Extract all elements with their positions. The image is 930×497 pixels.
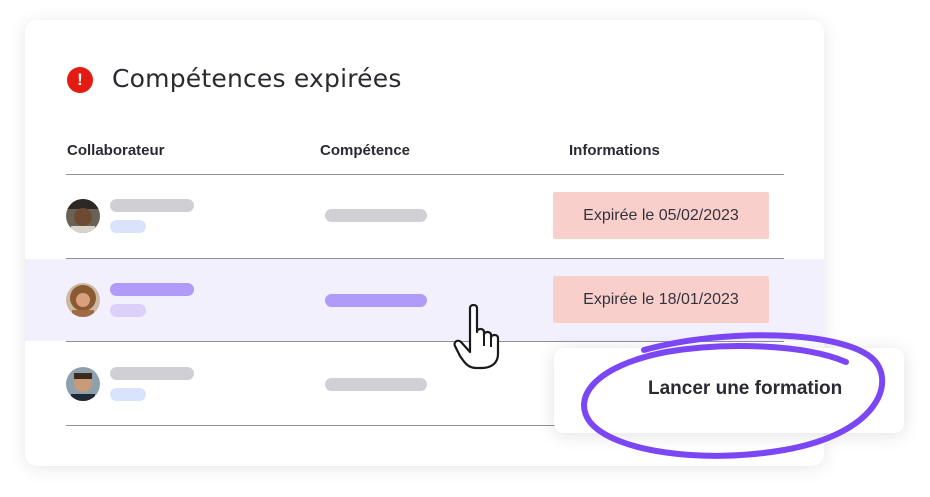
role-placeholder [110, 388, 146, 401]
avatar [66, 199, 100, 233]
skill-placeholder [325, 378, 427, 391]
name-placeholder [110, 367, 194, 380]
expired-badge: Expirée le 18/01/2023 [553, 276, 769, 323]
name-placeholder [110, 199, 194, 212]
launch-training-button[interactable]: Lancer une formation [648, 378, 842, 400]
column-header-collaborateur: Collaborateur [67, 142, 165, 159]
column-header-competence: Compétence [320, 142, 411, 159]
role-placeholder [110, 220, 146, 233]
hand-cursor-icon [453, 304, 500, 370]
name-placeholder [110, 283, 194, 296]
avatar [66, 283, 100, 317]
header-divider [66, 174, 784, 175]
column-header-informations: Informations [569, 142, 660, 159]
skill-placeholder [325, 209, 427, 222]
skill-placeholder [325, 294, 427, 307]
avatar [66, 367, 100, 401]
role-placeholder [110, 304, 146, 317]
alert-icon: ! [67, 67, 93, 93]
card-title: Compétences expirées [112, 64, 402, 93]
expired-badge: Expirée le 05/02/2023 [553, 192, 769, 239]
